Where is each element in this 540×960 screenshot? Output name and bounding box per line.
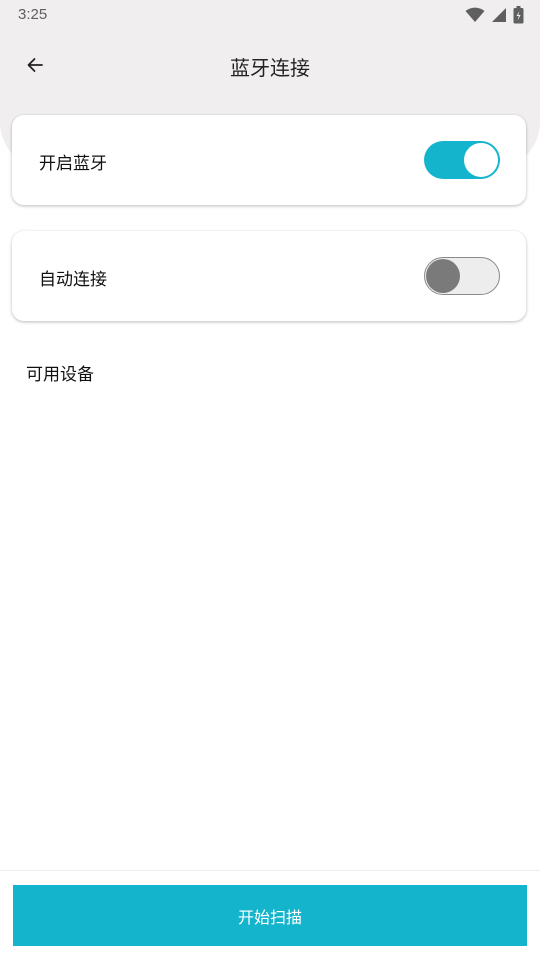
signal-icon bbox=[491, 7, 507, 23]
wifi-icon bbox=[465, 7, 485, 23]
auto-connect-toggle[interactable] bbox=[424, 257, 500, 295]
battery-icon bbox=[513, 6, 524, 24]
bluetooth-setting-card: 开启蓝牙 bbox=[12, 115, 526, 205]
start-scan-button[interactable]: 开始扫描 bbox=[13, 885, 527, 946]
auto-connect-setting-card: 自动连接 bbox=[12, 231, 526, 321]
status-time: 3:25 bbox=[18, 6, 48, 23]
bluetooth-toggle[interactable] bbox=[424, 141, 500, 179]
divider bbox=[0, 870, 540, 871]
status-icons bbox=[465, 6, 524, 24]
device-list bbox=[0, 395, 540, 865]
toggle-knob bbox=[426, 259, 460, 293]
bluetooth-label: 开启蓝牙 bbox=[39, 154, 107, 174]
status-bar: 3:25 bbox=[0, 0, 540, 32]
page-title: 蓝牙连接 bbox=[230, 56, 310, 80]
auto-connect-label: 自动连接 bbox=[39, 270, 107, 290]
app-bar: 蓝牙连接 bbox=[0, 40, 540, 92]
toggle-knob bbox=[463, 142, 499, 178]
bluetooth-connect-screen: 3:25 蓝牙连接 开启蓝牙 自动连接 可用设备 开始扫描 bbox=[0, 0, 540, 960]
available-devices-title: 可用设备 bbox=[26, 365, 94, 385]
